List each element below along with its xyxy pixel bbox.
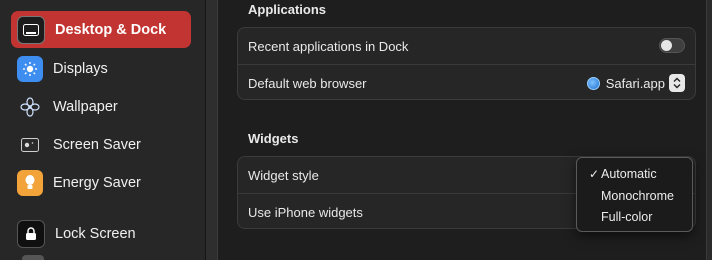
pane-divider[interactable] — [205, 0, 218, 260]
sidebar-item-desktop-dock[interactable]: Desktop & Dock — [11, 11, 191, 48]
section-title-applications: Applications — [248, 2, 327, 17]
checkmark-icon: ✓ — [588, 166, 599, 181]
menu-item-label: Monochrome — [601, 188, 674, 203]
widget-style-menu: ✓ Automatic Monochrome Full-color — [576, 157, 693, 232]
chevron-updown-icon — [669, 74, 685, 92]
sidebar-item-label: Desktop & Dock — [55, 21, 167, 38]
sidebar-item-label: Lock Screen — [55, 225, 136, 242]
recent-applications-toggle[interactable] — [659, 38, 685, 53]
menu-item-monochrome[interactable]: Monochrome — [577, 185, 692, 206]
default-browser-value: Safari.app — [605, 75, 665, 91]
applications-group: Recent applications in Dock Default web … — [237, 27, 696, 100]
sidebar-item-wallpaper[interactable]: Wallpaper — [11, 88, 191, 125]
menu-item-label: Automatic — [601, 166, 657, 181]
widget-style-label: Widget style — [248, 167, 319, 183]
recent-applications-label: Recent applications in Dock — [248, 38, 409, 54]
sidebar-item-label: Wallpaper — [53, 98, 118, 115]
displays-icon — [17, 55, 43, 82]
use-iphone-widgets-label: Use iPhone widgets — [248, 204, 363, 220]
window-edge — [706, 0, 712, 260]
section-title-widgets: Widgets — [248, 131, 299, 146]
energy-saver-icon — [17, 169, 43, 196]
sidebar-item-screen-saver[interactable]: Screen Saver — [11, 126, 191, 163]
sidebar: Desktop & Dock Displays Wallpaper Screen… — [0, 0, 205, 260]
lock-screen-icon — [17, 219, 45, 248]
sidebar-item-lock-screen[interactable]: Lock Screen — [11, 215, 191, 252]
safari-icon — [586, 76, 600, 90]
sidebar-item-label: Energy Saver — [53, 174, 141, 191]
row-default-browser: Default web browser Safari.app — [238, 64, 695, 101]
wallpaper-icon — [17, 94, 43, 120]
default-browser-label: Default web browser — [248, 75, 367, 91]
menu-item-label: Full-color — [601, 209, 653, 224]
screen-saver-icon — [17, 132, 43, 158]
sidebar-item-displays[interactable]: Displays — [11, 50, 191, 87]
sidebar-item-energy-saver[interactable]: Energy Saver — [11, 164, 191, 201]
menu-item-full-color[interactable]: Full-color — [577, 206, 692, 227]
desktop-dock-icon — [17, 15, 45, 44]
sidebar-item-label: Displays — [53, 60, 108, 77]
default-browser-popup[interactable]: Safari.app — [586, 73, 685, 93]
menu-item-automatic[interactable]: ✓ Automatic — [577, 163, 692, 184]
sidebar-item-label: Screen Saver — [53, 136, 141, 153]
sidebar-next-item-stub — [22, 255, 44, 260]
row-recent-applications: Recent applications in Dock — [238, 28, 695, 64]
toggle-knob — [661, 40, 672, 51]
